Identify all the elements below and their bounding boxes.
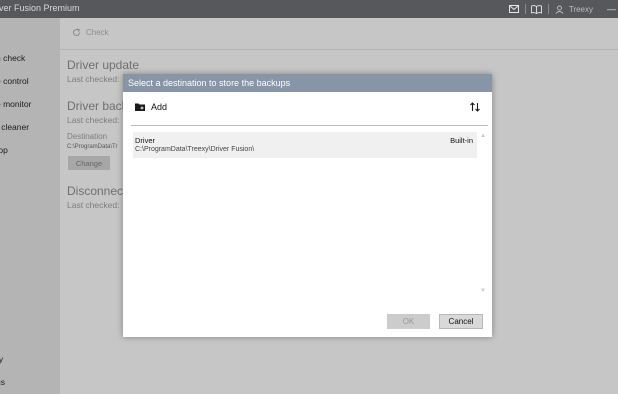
list-item[interactable]: Driver C:\ProgramData\Treexy\Driver Fusi… bbox=[133, 132, 477, 158]
section-title-driver-backup: Driver back bbox=[67, 99, 128, 113]
destination-path: C:\ProgramData\Tr bbox=[67, 144, 118, 150]
title-bar: iver Fusion Premium Treexy — bbox=[0, 0, 618, 18]
section-title-driver-update: Driver update bbox=[67, 58, 140, 72]
sidebar-item-driver-cleaner[interactable]: r cleaner bbox=[0, 122, 29, 132]
section-subtitle-disconnect: Last checked: bbox=[67, 200, 120, 210]
sidebar-item-desktop[interactable]: top bbox=[0, 145, 8, 155]
section-subtitle-driver-update: Last checked: bbox=[67, 74, 120, 84]
section-subtitle-driver-backup: Last checked: bbox=[67, 115, 120, 125]
title-bar-controls: Treexy — bbox=[507, 0, 618, 18]
list-item-path: C:\ProgramData\Treexy\Driver Fusion\ bbox=[135, 146, 255, 153]
check-button[interactable]: Check bbox=[72, 28, 109, 37]
dialog-title: Select a destination to store the backup… bbox=[123, 74, 492, 92]
sidebar-item-device-monitor[interactable]: e monitor bbox=[0, 99, 31, 109]
destination-list: Driver C:\ProgramData\Treexy\Driver Fusi… bbox=[131, 130, 489, 298]
backup-destination-dialog: Select a destination to store the backup… bbox=[123, 74, 492, 337]
change-button[interactable]: Change bbox=[68, 156, 110, 170]
sort-icon[interactable] bbox=[469, 101, 481, 113]
sidebar-item-health-check[interactable]: h check bbox=[0, 53, 25, 63]
scroll-up-icon[interactable]: ▲ bbox=[480, 133, 486, 139]
add-button[interactable]: Add bbox=[135, 102, 167, 112]
mail-icon[interactable] bbox=[507, 0, 521, 18]
check-label: Check bbox=[86, 28, 109, 37]
cancel-button[interactable]: Cancel bbox=[439, 314, 483, 329]
sidebar-item-settings[interactable]: gs bbox=[0, 377, 5, 387]
sidebar-item-history[interactable]: ry bbox=[0, 354, 3, 364]
destination-label: Destination bbox=[67, 132, 108, 141]
list-item-name: Driver bbox=[135, 136, 155, 145]
list-item-type: Built-in bbox=[450, 136, 473, 145]
sidebar: h check e control e monitor r cleaner to… bbox=[0, 18, 60, 394]
main-toolbar: Check bbox=[60, 18, 618, 50]
minimize-icon[interactable]: — bbox=[607, 4, 616, 14]
refresh-icon bbox=[73, 28, 81, 36]
section-title-disconnect: Disconnect bbox=[67, 184, 127, 198]
divider bbox=[524, 4, 526, 14]
add-folder-icon bbox=[135, 103, 145, 111]
divider bbox=[547, 4, 549, 14]
scroll-down-icon[interactable]: ▼ bbox=[480, 288, 486, 294]
user-name[interactable]: Treexy bbox=[569, 5, 593, 14]
ok-button[interactable]: OK bbox=[387, 314, 430, 329]
add-label: Add bbox=[151, 102, 168, 112]
book-icon[interactable] bbox=[530, 0, 544, 18]
dialog-toolbar: Add bbox=[123, 92, 492, 124]
sidebar-item-device-control[interactable]: e control bbox=[0, 76, 29, 86]
app-title: iver Fusion Premium bbox=[0, 3, 80, 13]
user-icon[interactable] bbox=[553, 0, 567, 18]
divider bbox=[131, 125, 488, 126]
